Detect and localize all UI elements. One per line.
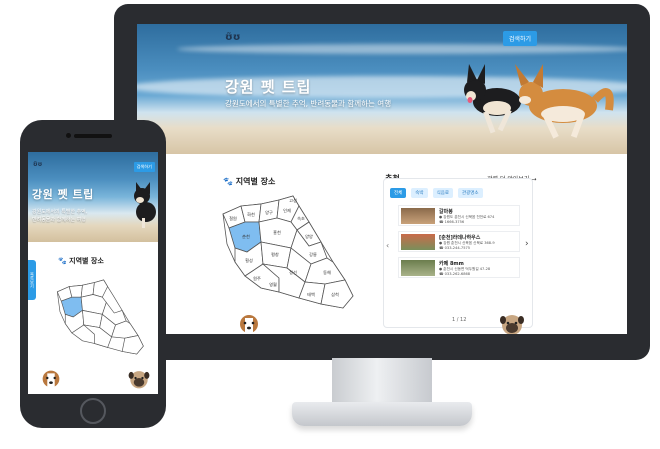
place-card[interactable]: 카페 8mm ● 춘천시 신동면 덕두원길 47-28 ☎ 033-262-68… bbox=[398, 257, 520, 278]
paw-icon: 🐾 bbox=[223, 177, 236, 186]
site-logo[interactable]: ʊ̃ʊ bbox=[225, 32, 240, 43]
place-phone: ☎ 033-244-7575 bbox=[439, 246, 470, 250]
place-card[interactable]: 갈마봉 ● 강원도 춘천시 신북읍 천전로 674 ☎ 1666-3756 bbox=[398, 205, 520, 226]
speaker-grille bbox=[74, 134, 112, 138]
reco-panel: 전체 숙박 식음료 관광명소 ‹ › 갈마봉 ● 강원도 춘천시 신북읍 천전로… bbox=[383, 178, 533, 328]
map-label: 평창 bbox=[271, 251, 279, 257]
map-label: 철원 bbox=[229, 215, 237, 221]
hero-dogs-image bbox=[464, 64, 614, 139]
category-chips: 전체 숙박 식음료 관광명소 bbox=[390, 188, 483, 198]
chip-lodging[interactable]: 숙박 bbox=[411, 188, 428, 198]
hero-dog-image bbox=[134, 182, 156, 228]
hero-subtitle: 강원도에서의 특별한 추억, 반려동물과 함께하는 여행 bbox=[225, 99, 392, 108]
map-label: 삼척 bbox=[331, 291, 339, 298]
map-label: 횡성 bbox=[245, 257, 253, 263]
hero-subtitle-line2: 반려동물과 함께하는 여행 bbox=[32, 217, 86, 223]
list-view-tab[interactable]: 목록보기 bbox=[28, 260, 36, 300]
map-label: 화천 bbox=[247, 211, 255, 218]
tan-dog bbox=[515, 64, 614, 139]
pagination: 1 / 12 bbox=[452, 317, 467, 323]
map-label: 정선 bbox=[289, 269, 297, 275]
place-thumbnail bbox=[401, 234, 435, 250]
puppy-image-left bbox=[42, 370, 60, 389]
mobile-phone: ʊ̃ʊ 검색하기 강원 펫 트립 강원도에서의 특별한 추억, 반려동물과 함께… bbox=[20, 120, 166, 428]
map-label: 고성 bbox=[289, 197, 297, 203]
region-section-title: 🐾 지역별 장소 bbox=[223, 176, 275, 187]
place-thumbnail bbox=[401, 260, 435, 276]
search-button[interactable]: 검색하기 bbox=[133, 162, 155, 172]
chevron-left-icon[interactable]: ‹ bbox=[386, 241, 389, 250]
region-section-label: 지역별 장소 bbox=[235, 177, 276, 186]
map-label: 원주 bbox=[253, 275, 261, 282]
gangwon-region-map bbox=[56, 279, 144, 355]
place-address-text: 춘천시 신동면 덕두원길 47-28 bbox=[443, 267, 491, 271]
home-button[interactable] bbox=[80, 398, 106, 424]
hero-title: 강원 펫 트립 bbox=[32, 188, 94, 201]
chip-all[interactable]: 전체 bbox=[390, 188, 407, 198]
map-label: 속초 bbox=[297, 215, 305, 222]
map-label: 강릉 bbox=[309, 251, 317, 257]
map-label: 태백 bbox=[307, 291, 315, 298]
map-label: 양양 bbox=[305, 233, 313, 239]
desktop-screen: ʊ̃ʊ 검색하기 강원 펫 트립 강원도에서의 특별한 추억, 반려동물과 함께… bbox=[137, 24, 627, 334]
map-label: 홍천 bbox=[273, 229, 281, 235]
place-name: 갈마봉 bbox=[439, 209, 453, 215]
monitor-stand bbox=[332, 358, 432, 406]
hero-subtitle-line1: 강원도에서의 특별한 추억, bbox=[32, 209, 88, 215]
place-phone: ☎ 1666-3756 bbox=[439, 220, 464, 224]
search-button[interactable]: 검색하기 bbox=[502, 31, 537, 46]
desktop-monitor: ʊ̃ʊ 검색하기 강원 펫 트립 강원도에서의 특별한 추억, 반려동물과 함께… bbox=[114, 4, 650, 360]
place-card[interactable]: [춘천]라데나하우스 ● 강원 춘천시 신북읍 신북로 368-9 ☎ 033-… bbox=[398, 231, 520, 252]
place-name: 카페 8mm bbox=[439, 261, 464, 267]
map-region[interactable] bbox=[121, 335, 144, 355]
region-section-title: 🐾 지역별 장소 bbox=[58, 256, 104, 266]
site-logo[interactable]: ʊ̃ʊ bbox=[33, 161, 42, 168]
desktop-hero: ʊ̃ʊ 검색하기 강원 펫 트립 강원도에서의 특별한 추억, 반려동물과 함께… bbox=[137, 24, 627, 154]
mobile-screen: ʊ̃ʊ 검색하기 강원 펫 트립 강원도에서의 특별한 추억, 반려동물과 함께… bbox=[28, 152, 158, 394]
region-section-label: 지역별 장소 bbox=[69, 257, 104, 265]
black-dog bbox=[464, 64, 521, 134]
monitor-base bbox=[292, 402, 472, 426]
map-label: 양구 bbox=[265, 209, 273, 216]
puppy-image-right bbox=[500, 315, 524, 334]
puppy-image-right bbox=[128, 371, 150, 389]
hero-title: 강원 펫 트립 bbox=[225, 78, 312, 96]
map-label: 춘천 bbox=[242, 233, 250, 239]
mobile-hero: ʊ̃ʊ 검색하기 강원 펫 트립 강원도에서의 특별한 추억, 반려동물과 함께… bbox=[28, 152, 158, 242]
place-phone: ☎ 033-262-6868 bbox=[439, 272, 470, 276]
place-name: [춘천]라데나하우스 bbox=[439, 235, 481, 241]
gangwon-region-map: 철원 화천 양구 인제 고성 속초 양양 춘천 홍천 강릉 횡성 평창 원주 영… bbox=[222, 195, 354, 309]
paw-icon: 🐾 bbox=[58, 257, 70, 265]
map-label: 동해 bbox=[323, 269, 331, 276]
place-address-text: 강원 춘천시 신북읍 신북로 368-9 bbox=[443, 241, 495, 245]
camera-icon bbox=[66, 133, 71, 138]
place-phone-text: 033-262-6868 bbox=[444, 272, 471, 276]
place-phone-text: 1666-3756 bbox=[444, 220, 465, 224]
chevron-right-icon[interactable]: › bbox=[525, 239, 529, 249]
map-label: 인제 bbox=[283, 207, 291, 214]
chip-attraction[interactable]: 관광명소 bbox=[457, 188, 483, 198]
map-label: 영월 bbox=[269, 281, 277, 288]
chip-food[interactable]: 식음료 bbox=[432, 188, 453, 198]
place-thumbnail bbox=[401, 208, 435, 224]
place-phone-text: 033-244-7575 bbox=[444, 246, 471, 250]
place-address-text: 강원도 춘천시 신북읍 천전로 674 bbox=[443, 215, 495, 219]
map-region[interactable] bbox=[68, 284, 83, 298]
puppy-image-left bbox=[240, 315, 258, 334]
